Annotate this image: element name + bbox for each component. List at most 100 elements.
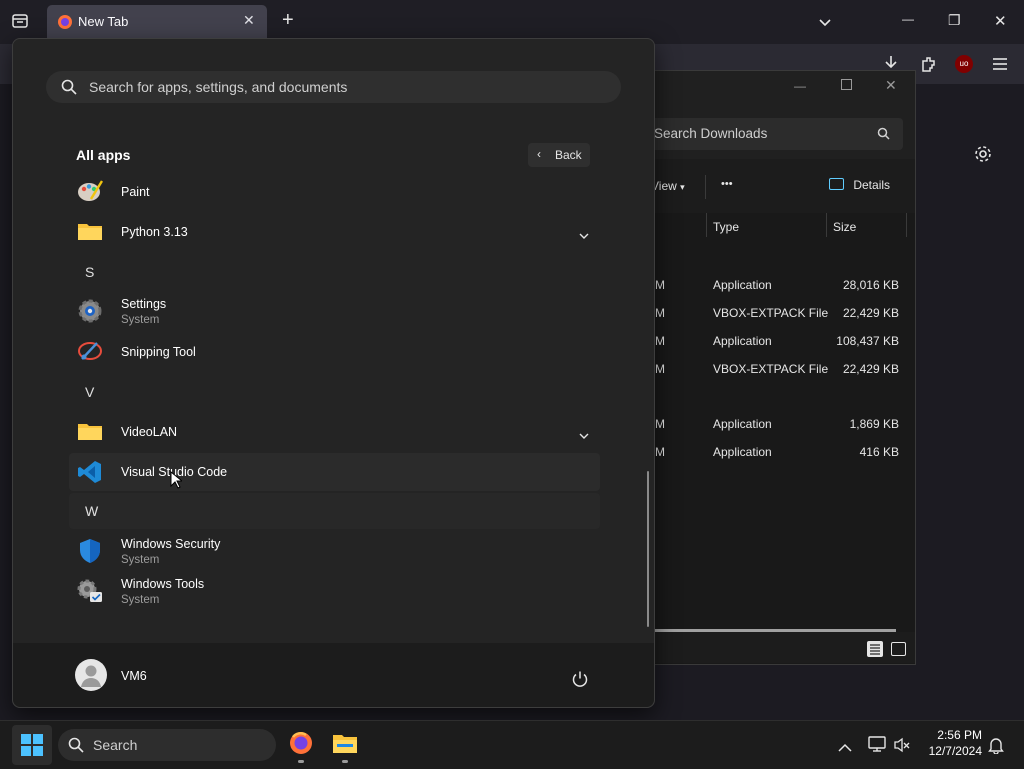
file-size: 28,016 KB — [842, 278, 899, 292]
section-letter-s[interactable]: S — [85, 264, 94, 280]
file-size: 22,429 KB — [842, 306, 899, 320]
search-downloads-input[interactable]: Search Downloads — [641, 118, 903, 150]
app-name: Settings — [121, 297, 167, 311]
tab-new-tab[interactable]: New Tab ✕ — [47, 5, 267, 40]
section-header-w[interactable]: W — [69, 493, 600, 529]
file-date: M — [655, 278, 665, 292]
app-name: Python 3.13 — [121, 225, 188, 239]
network-icon[interactable] — [868, 736, 886, 757]
app-item-settings[interactable]: Settings System — [69, 293, 599, 329]
file-type: VBOX-EXTPACK File — [713, 362, 829, 376]
folder-icon — [332, 732, 358, 759]
file-date: M — [655, 334, 665, 348]
running-indicator — [342, 760, 348, 763]
clock[interactable]: 2:56 PM 12/7/2024 — [918, 727, 982, 763]
explorer-close-button[interactable]: ✕ — [885, 77, 897, 94]
file-size: 416 KB — [859, 445, 899, 459]
file-row[interactable]: M Application 108,437 KB — [641, 327, 915, 355]
start-menu: Search for apps, settings, and documents… — [12, 38, 655, 708]
vscode-icon — [77, 459, 103, 490]
windows-tools-icon — [77, 578, 103, 609]
search-icon — [877, 127, 890, 145]
large-icons-view-icon[interactable] — [891, 642, 906, 656]
column-divider — [906, 213, 907, 237]
file-type: VBOX-EXTPACK File — [713, 306, 829, 320]
app-name: Windows Security — [121, 537, 221, 551]
firefox-icon — [57, 14, 73, 35]
file-row[interactable]: M VBOX-EXTPACK File 22,429 KB — [641, 299, 915, 327]
file-type: Application — [713, 417, 772, 431]
taskbar-file-explorer-button[interactable] — [329, 727, 361, 763]
ublock-icon[interactable]: uo — [955, 55, 973, 73]
chevron-left-icon: ‹ — [537, 147, 541, 161]
details-label: Details — [853, 178, 891, 192]
user-account-button[interactable]: VM6 — [75, 657, 235, 693]
file-row[interactable]: M Application 28,016 KB — [641, 271, 915, 299]
menu-icon[interactable] — [992, 57, 1008, 76]
file-date: M — [655, 417, 665, 431]
file-row[interactable]: M Application 1,869 KB — [641, 410, 915, 438]
taskbar-firefox-button[interactable] — [285, 727, 317, 763]
explorer-maximize-button[interactable] — [841, 79, 852, 90]
avatar — [75, 659, 107, 691]
file-type: Application — [713, 445, 772, 459]
separator — [705, 175, 706, 199]
new-tab-button[interactable]: + — [282, 9, 294, 32]
search-downloads-placeholder: Search Downloads — [654, 126, 768, 141]
tab-list-icon[interactable] — [11, 13, 29, 34]
explorer-minimize-button[interactable]: — — [794, 79, 806, 93]
notification-bell-icon[interactable] — [988, 736, 1004, 759]
chevron-down-icon[interactable] — [818, 15, 832, 33]
gear-icon[interactable] — [973, 144, 993, 169]
app-list-scrollbar[interactable] — [647, 471, 649, 627]
taskbar: Search 2:56 PM 12/7/2024 — [0, 720, 1024, 769]
app-item-paint[interactable]: Paint — [69, 177, 599, 207]
more-options-button[interactable]: ••• — [721, 178, 733, 190]
column-headers: Type Size — [641, 213, 915, 241]
details-view-icon[interactable] — [867, 641, 883, 657]
app-item-visual-studio-code[interactable]: Visual Studio Code — [69, 453, 600, 491]
minimize-button[interactable]: — — [902, 12, 914, 26]
extensions-icon[interactable] — [920, 55, 938, 78]
details-pane-button[interactable]: Details — [829, 178, 890, 192]
volume-muted-icon[interactable] — [894, 737, 910, 758]
app-folder-python[interactable]: Python 3.13 — [69, 217, 599, 247]
file-date: M — [655, 362, 665, 376]
app-folder-videolan[interactable]: VideoLAN — [69, 417, 599, 447]
close-window-button[interactable]: ✕ — [994, 12, 1007, 30]
file-explorer-window: — ✕ Search Downloads View ▾ ••• Details … — [640, 70, 916, 665]
shield-icon — [77, 538, 103, 569]
view-button[interactable]: View ▾ — [651, 179, 685, 193]
app-item-windows-tools[interactable]: Windows Tools System — [69, 573, 599, 609]
file-row[interactable]: M VBOX-EXTPACK File 22,429 KB — [641, 355, 915, 383]
restore-button[interactable]: ❐ — [948, 12, 961, 29]
file-size: 22,429 KB — [842, 362, 899, 376]
start-button[interactable] — [12, 725, 52, 765]
file-size: 108,437 KB — [836, 334, 899, 348]
section-letter-v[interactable]: V — [85, 384, 94, 400]
column-header-size[interactable]: Size — [833, 220, 856, 234]
clock-date: 12/7/2024 — [928, 744, 982, 758]
file-row[interactable]: M Application 416 KB — [641, 438, 915, 466]
start-search-input[interactable]: Search for apps, settings, and documents — [46, 71, 621, 103]
windows-logo-icon — [21, 734, 43, 761]
chevron-down-icon[interactable] — [579, 227, 589, 245]
chevron-up-icon[interactable] — [838, 739, 852, 757]
column-header-type[interactable]: Type — [713, 220, 739, 234]
app-item-snipping-tool[interactable]: Snipping Tool — [69, 337, 599, 367]
folder-icon — [77, 421, 103, 446]
file-type: Application — [713, 334, 772, 348]
column-divider — [706, 213, 707, 237]
power-icon[interactable] — [571, 670, 589, 693]
taskbar-search-box[interactable]: Search — [58, 729, 276, 761]
settings-gear-icon — [77, 298, 103, 329]
app-name: Snipping Tool — [121, 345, 196, 359]
app-subtitle: System — [121, 314, 160, 326]
tab-title: New Tab — [78, 14, 129, 29]
back-button[interactable]: ‹ Back — [528, 143, 590, 167]
section-letter-w: W — [85, 503, 99, 519]
app-item-windows-security[interactable]: Windows Security System — [69, 533, 599, 569]
chevron-down-icon[interactable] — [579, 427, 589, 445]
chevron-down-icon: ▾ — [680, 182, 685, 192]
tab-close-icon[interactable]: ✕ — [243, 12, 255, 29]
